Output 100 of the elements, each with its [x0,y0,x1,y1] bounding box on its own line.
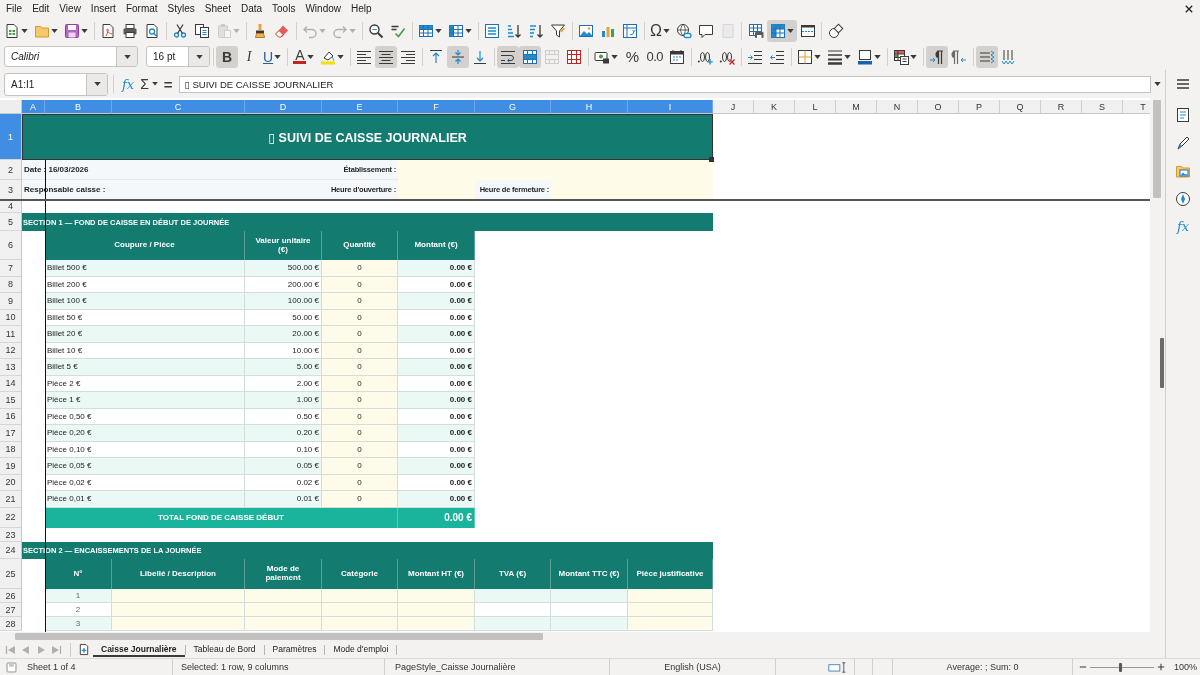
row-header[interactable]: 9 [0,293,22,310]
wrap-text-button[interactable] [497,45,520,68]
properties-icon[interactable] [1175,107,1191,123]
input-cell[interactable] [628,603,713,617]
menu-icon[interactable] [1175,76,1191,92]
menu-item[interactable]: Format [120,2,163,16]
text-horizontal-button[interactable] [976,45,999,68]
special-character-button[interactable]: Ω [647,19,673,42]
row-header[interactable]: 27 [0,603,22,617]
row-header[interactable]: 21 [0,491,22,508]
input-cell[interactable] [398,589,475,603]
input-cell[interactable] [628,589,713,603]
column-header[interactable]: R [1041,100,1082,114]
row-header[interactable]: 19 [0,458,22,475]
number-format-button[interactable]: 0.0 [643,45,667,68]
bold-button[interactable]: B [216,45,238,68]
font-name-box[interactable]: Calibri [4,46,138,67]
input-cell[interactable] [322,589,398,603]
row-header[interactable]: 6 [0,231,22,260]
column-header[interactable]: P [959,100,1000,114]
input-cell[interactable] [398,180,475,200]
column-header[interactable]: N [877,100,918,114]
input-cell[interactable] [322,603,398,617]
caret-icon[interactable] [1154,82,1161,86]
compass-icon[interactable] [1175,191,1191,207]
row-header[interactable]: 7 [0,260,22,277]
menu-item[interactable]: Data [235,2,268,16]
scrollbar-thumb[interactable] [15,633,543,640]
add-sheet-icon[interactable] [78,643,90,656]
row-header[interactable]: 26 [0,589,22,603]
menu-item[interactable]: Edit [27,2,55,16]
input-cell[interactable] [551,180,713,200]
menu-item[interactable]: Help [346,2,377,16]
language-status[interactable]: English (USA) [664,662,721,672]
align-center-button[interactable] [375,45,398,68]
zoom-slider-thumb[interactable] [1119,662,1123,672]
menu-item[interactable]: Window [300,2,346,16]
input-cell[interactable] [112,589,245,603]
font-color-button[interactable]: A [290,45,318,68]
input-cell[interactable] [628,617,713,631]
input-cell[interactable] [398,617,475,631]
row-header[interactable]: 5 [0,213,22,231]
menu-item[interactable]: View [54,2,86,16]
sidebar-grip[interactable] [1160,338,1164,388]
input-cell[interactable] [398,160,713,180]
sum-button[interactable]: Σ [137,74,161,94]
row-header[interactable]: 17 [0,425,22,442]
name-box[interactable]: A1:I1 [4,72,108,96]
styles-icon[interactable] [1175,135,1191,151]
row-header[interactable]: 11 [0,326,22,343]
underline-button[interactable]: U [260,45,285,68]
sheet-tab[interactable]: Tableau de Bord [185,642,264,657]
zoom-in-icon[interactable] [1157,663,1165,671]
row-header[interactable]: 24 [0,542,22,559]
zoom-out-icon[interactable] [1079,663,1087,671]
left-to-right-button[interactable] [926,45,949,68]
menu-item[interactable]: Sheet [199,2,236,16]
column-header[interactable]: O [918,100,959,114]
row-header[interactable]: 22 [0,507,22,528]
input-cell[interactable] [398,603,475,617]
close-icon[interactable] [1185,5,1193,13]
column-header[interactable]: K [754,100,795,114]
italic-button[interactable]: I [238,45,260,68]
scrollbar-thumb[interactable] [1153,100,1161,198]
input-cell[interactable] [245,617,322,631]
input-cell[interactable] [112,617,245,631]
row-header[interactable]: 3 [0,180,22,200]
font-size-box[interactable]: 16 pt [146,46,210,67]
row-header[interactable]: 23 [0,528,22,542]
zoom-level[interactable]: 100% [1174,662,1198,672]
row-header[interactable]: 13 [0,359,22,376]
column-header[interactable]: S [1082,100,1123,114]
row-header[interactable]: 25 [0,559,22,589]
gallery-icon[interactable] [1175,163,1191,179]
row-header[interactable]: 2 [0,160,22,180]
sheet-tab[interactable]: Mode d'emploi [325,642,397,657]
formula-input[interactable]: ▯ SUIVI DE CAISSE JOURNALIER [178,75,1151,93]
sheet-tab[interactable]: Caisse Journalière [93,642,185,657]
column-header[interactable]: L [795,100,836,114]
merge-center-button[interactable] [519,45,542,68]
sheet-tab[interactable]: Paramètres [264,642,325,657]
percent-format-button[interactable]: % [621,45,644,68]
menu-item[interactable]: Tools [267,2,301,16]
column-header[interactable]: Q [1000,100,1041,114]
input-cell[interactable] [245,589,322,603]
column-header[interactable]: J [713,100,754,114]
formula-button[interactable]: = [160,74,176,94]
menu-item[interactable]: File [1,2,28,16]
input-cell[interactable] [322,617,398,631]
menu-item[interactable]: Insert [85,2,121,16]
selection-mode-icon[interactable] [828,661,847,673]
input-cell[interactable] [245,603,322,617]
column-header[interactable]: T [1123,100,1150,114]
input-cell[interactable] [112,603,245,617]
row-header[interactable]: 28 [0,617,22,631]
freeze-button[interactable] [766,19,797,42]
row-header[interactable]: 15 [0,392,22,409]
fill-handle-icon[interactable] [709,157,714,162]
menu-item[interactable]: Styles [162,2,200,16]
column-header[interactable]: M [836,100,877,114]
